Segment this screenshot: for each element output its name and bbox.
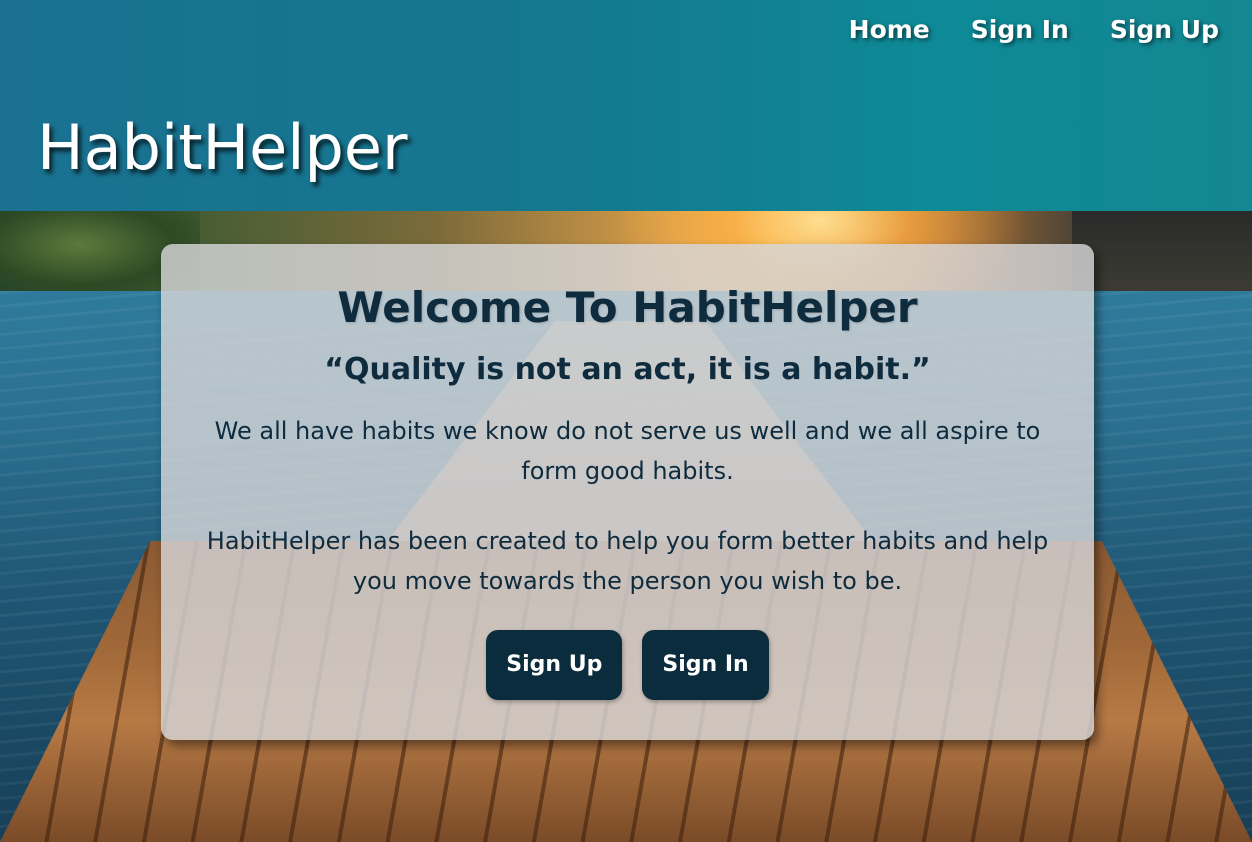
nav-link-sign-up[interactable]: Sign Up bbox=[1110, 14, 1219, 46]
site-brand-title: HabitHelper bbox=[37, 111, 408, 184]
purpose-paragraph: HabitHelper has been created to help you… bbox=[206, 527, 1049, 595]
nav-link-sign-in[interactable]: Sign In bbox=[971, 14, 1069, 46]
intro-paragraph: We all have habits we know do not serve … bbox=[214, 417, 1041, 485]
sign-in-button[interactable]: Sign In bbox=[642, 630, 769, 700]
site-header: Home Sign In Sign Up HabitHelper bbox=[0, 0, 1252, 211]
welcome-card: Welcome To HabitHelper “Quality is not a… bbox=[161, 244, 1094, 740]
main-nav: Home Sign In Sign Up bbox=[808, 14, 1219, 46]
sign-up-button[interactable]: Sign Up bbox=[486, 630, 623, 700]
cta-button-row: Sign Up Sign In bbox=[161, 630, 1094, 700]
welcome-title: Welcome To HabitHelper bbox=[337, 283, 918, 332]
welcome-quote: “Quality is not an act, it is a habit.” bbox=[324, 352, 931, 387]
page: Home Sign In Sign Up HabitHelper Welcome… bbox=[0, 0, 1252, 842]
nav-link-home[interactable]: Home bbox=[849, 14, 930, 46]
